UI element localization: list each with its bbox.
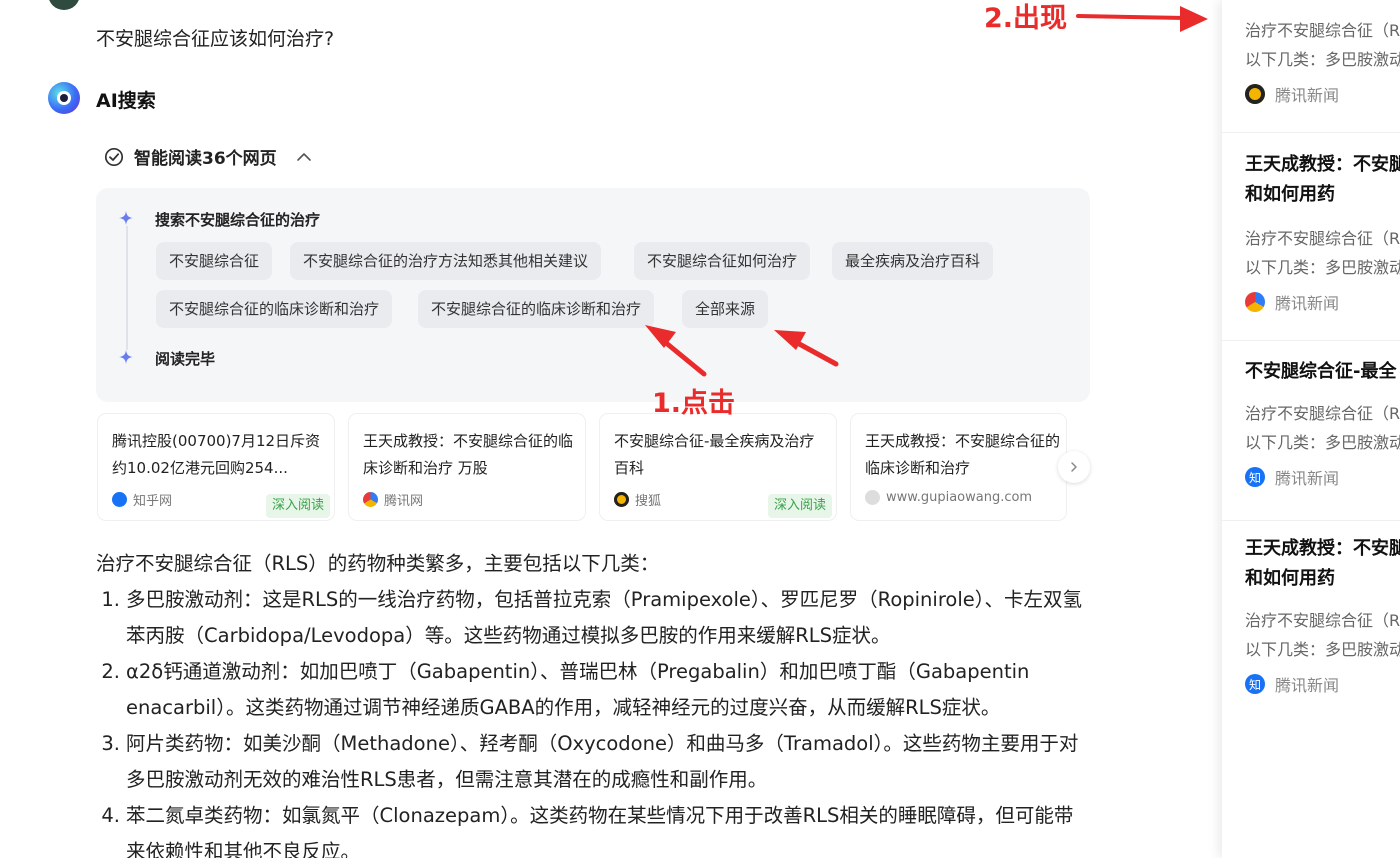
side-title: 不安腿综合征-最全 [1245, 361, 1397, 382]
step-done-label: 阅读完毕 [155, 350, 216, 368]
list-number: 3. [101, 732, 120, 755]
list-number: 1. [101, 588, 120, 611]
sparkle-icon [119, 211, 133, 225]
side-source-item[interactable]: 治疗不安腿综合征（R 以下几类：多巴胺激动 腾讯新闻 [1245, 16, 1400, 106]
side-title: 王天成教授：不安腿 [1245, 538, 1400, 559]
answer-body: 治疗不安腿综合征（RLS）的药物种类繁多，主要包括以下几类： 1. 多巴胺激动剂… [96, 546, 1090, 858]
source-chip[interactable]: 不安腿综合征的临床诊断和治疗 [156, 290, 393, 328]
side-source-item[interactable]: 王天成教授：不安腿 和如何用药 治疗不安腿综合征（R 以下几类：多巴胺激动 腾讯… [1245, 150, 1400, 314]
source-card[interactable]: 王天成教授：不安腿综合征的临床诊断和治疗 www.gupiaowang.com [851, 414, 1066, 520]
source-chip[interactable]: 不安腿综合征的临床诊断和治疗 [418, 290, 655, 328]
divider [1222, 520, 1400, 521]
list-text: 阿片类药物：如美沙酮（Methadone）、羟考酮（Oxycodone）和曲马多… [126, 732, 1079, 791]
user-avatar [48, 0, 80, 10]
source-card[interactable]: 腾讯控股(00700)7月12日斥资约10.02亿港元回购254... 知乎网 … [98, 414, 334, 520]
source-card-site: 知乎网 [133, 494, 173, 509]
side-snippet: 治疗不安腿综合征（R [1245, 21, 1400, 40]
appear-annotation: 2.出现 [984, 3, 1068, 34]
chevron-up-icon[interactable] [295, 148, 313, 166]
list-text: 多巴胺激动剂：这是RLS的一线治疗药物，包括普拉克索（Pramipexole）、… [126, 588, 1083, 647]
side-snippet: 以下几类：多巴胺激动 [1245, 433, 1400, 452]
ai-search-title: AI搜索 [96, 90, 156, 112]
side-source-item[interactable]: 王天成教授：不安腿 和如何用药 治疗不安腿综合征（R 以下几类：多巴胺激动 知 … [1245, 534, 1400, 696]
source-card-title: 王天成教授：不安腿综合征的临床诊断和治疗 万股 [363, 432, 574, 477]
reading-label: 智能阅读36个网页 [134, 149, 277, 169]
all-sources-chip[interactable]: 全部来源 [682, 290, 769, 328]
ai-search-logo-icon [48, 82, 80, 114]
source-card-site: www.gupiaowang.com [886, 490, 1033, 505]
zhihu-icon: 知 [1245, 467, 1265, 487]
side-snippet: 以下几类：多巴胺激动 [1245, 258, 1400, 277]
carousel-next-button[interactable] [1058, 451, 1090, 483]
list-text: 苯二氮卓类药物：如氯氮平（Clonazepam）。这类药物在某些情况下用于改善R… [126, 804, 1074, 858]
source-card-site: 腾讯网 [384, 494, 424, 509]
check-circle-icon [104, 147, 124, 166]
click-annotation: 1.点击 [652, 388, 736, 419]
page: 不安腿综合征应该如何治疗? AI搜索 智能阅读36个网页 搜索不安腿综合征的治疗… [0, 0, 1400, 858]
sparkle-icon [119, 350, 133, 364]
side-snippet: 以下几类：多巴胺激动 [1245, 50, 1400, 69]
zhihu-icon: 知 [1245, 674, 1265, 694]
source-chip[interactable]: 不安腿综合征的治疗方法知悉其他相关建议 [290, 242, 602, 280]
side-snippet: 治疗不安腿综合征（R [1245, 404, 1400, 423]
answer-list-item: 3. 阿片类药物：如美沙酮（Methadone）、羟考酮（Oxycodone）和… [96, 726, 1090, 798]
arrowhead [1180, 6, 1208, 32]
source-chip[interactable]: 不安腿综合征 [156, 242, 273, 280]
side-source-name: 腾讯新闻 [1275, 294, 1340, 313]
answer-intro: 治疗不安腿综合征（RLS）的药物种类繁多，主要包括以下几类： [96, 552, 660, 575]
user-question: 不安腿综合征应该如何治疗? [96, 28, 335, 50]
answer-list-item: 2. α2δ钙通道激动剂：如加巴喷丁（Gabapentin）、普瑞巴林（Preg… [96, 654, 1090, 726]
side-title: 和如何用药 [1245, 184, 1335, 205]
side-source-name: 腾讯新闻 [1275, 86, 1340, 105]
sohu-icon [614, 492, 629, 507]
side-snippet: 治疗不安腿综合征（R [1245, 611, 1400, 630]
side-snippet: 治疗不安腿综合征（R [1245, 229, 1400, 248]
side-title: 王天成教授：不安腿 [1245, 154, 1400, 175]
answer-list-item: 4. 苯二氮卓类药物：如氯氮平（Clonazepam）。这类药物在某些情况下用于… [96, 798, 1090, 858]
deep-read-badge[interactable]: 深入阅读 [767, 494, 832, 518]
side-source-item[interactable]: 不安腿综合征-最全 治疗不安腿综合征（R 以下几类：多巴胺激动 知 腾讯新闻 [1245, 357, 1400, 489]
source-side-panel: 治疗不安腿综合征（R 以下几类：多巴胺激动 腾讯新闻 王天成教授：不安腿 和如何… [1222, 0, 1400, 858]
step-connector [126, 226, 128, 350]
step-search-label: 搜索不安腿综合征的治疗 [155, 211, 321, 229]
reading-toggle[interactable]: 智能阅读36个网页 [104, 144, 313, 169]
side-title: 和如何用药 [1245, 568, 1335, 589]
list-text: α2δ钙通道激动剂：如加巴喷丁（Gabapentin）、普瑞巴林（Pregaba… [126, 660, 1030, 719]
sohu-icon [1245, 84, 1265, 104]
side-snippet: 以下几类：多巴胺激动 [1245, 640, 1400, 659]
zhihu-icon [112, 492, 127, 507]
deep-read-badge[interactable]: 深入阅读 [265, 494, 330, 518]
tencent-icon [363, 492, 378, 507]
list-number: 4. [101, 804, 120, 827]
list-number: 2. [101, 660, 120, 683]
source-card-site: 搜狐 [635, 494, 662, 509]
side-source-name: 腾讯新闻 [1275, 676, 1340, 695]
globe-icon [865, 490, 880, 505]
chevron-right-icon [1071, 462, 1077, 472]
answer-list-item: 1. 多巴胺激动剂：这是RLS的一线治疗药物，包括普拉克索（Pramipexol… [96, 582, 1090, 654]
source-card-title: 腾讯控股(00700)7月12日斥资约10.02亿港元回购254... [112, 432, 321, 477]
side-source-name: 腾讯新闻 [1275, 469, 1340, 488]
source-chip[interactable]: 最全疾病及治疗百科 [832, 242, 994, 280]
source-card[interactable]: 王天成教授：不安腿综合征的临床诊断和治疗 万股 腾讯网 [349, 414, 585, 520]
divider [1222, 340, 1400, 341]
tencent-icon [1245, 292, 1265, 312]
source-card[interactable]: 不安腿综合征-最全疾病及治疗百科 搜狐 深入阅读 [600, 414, 836, 520]
source-card-title: 不安腿综合征-最全疾病及治疗百科 [614, 432, 815, 477]
source-card-title: 王天成教授：不安腿综合征的临床诊断和治疗 [865, 432, 1061, 477]
source-chip[interactable]: 不安腿综合征如何治疗 [634, 242, 811, 280]
appear-arrow [1076, 14, 1188, 20]
divider [1222, 132, 1400, 133]
